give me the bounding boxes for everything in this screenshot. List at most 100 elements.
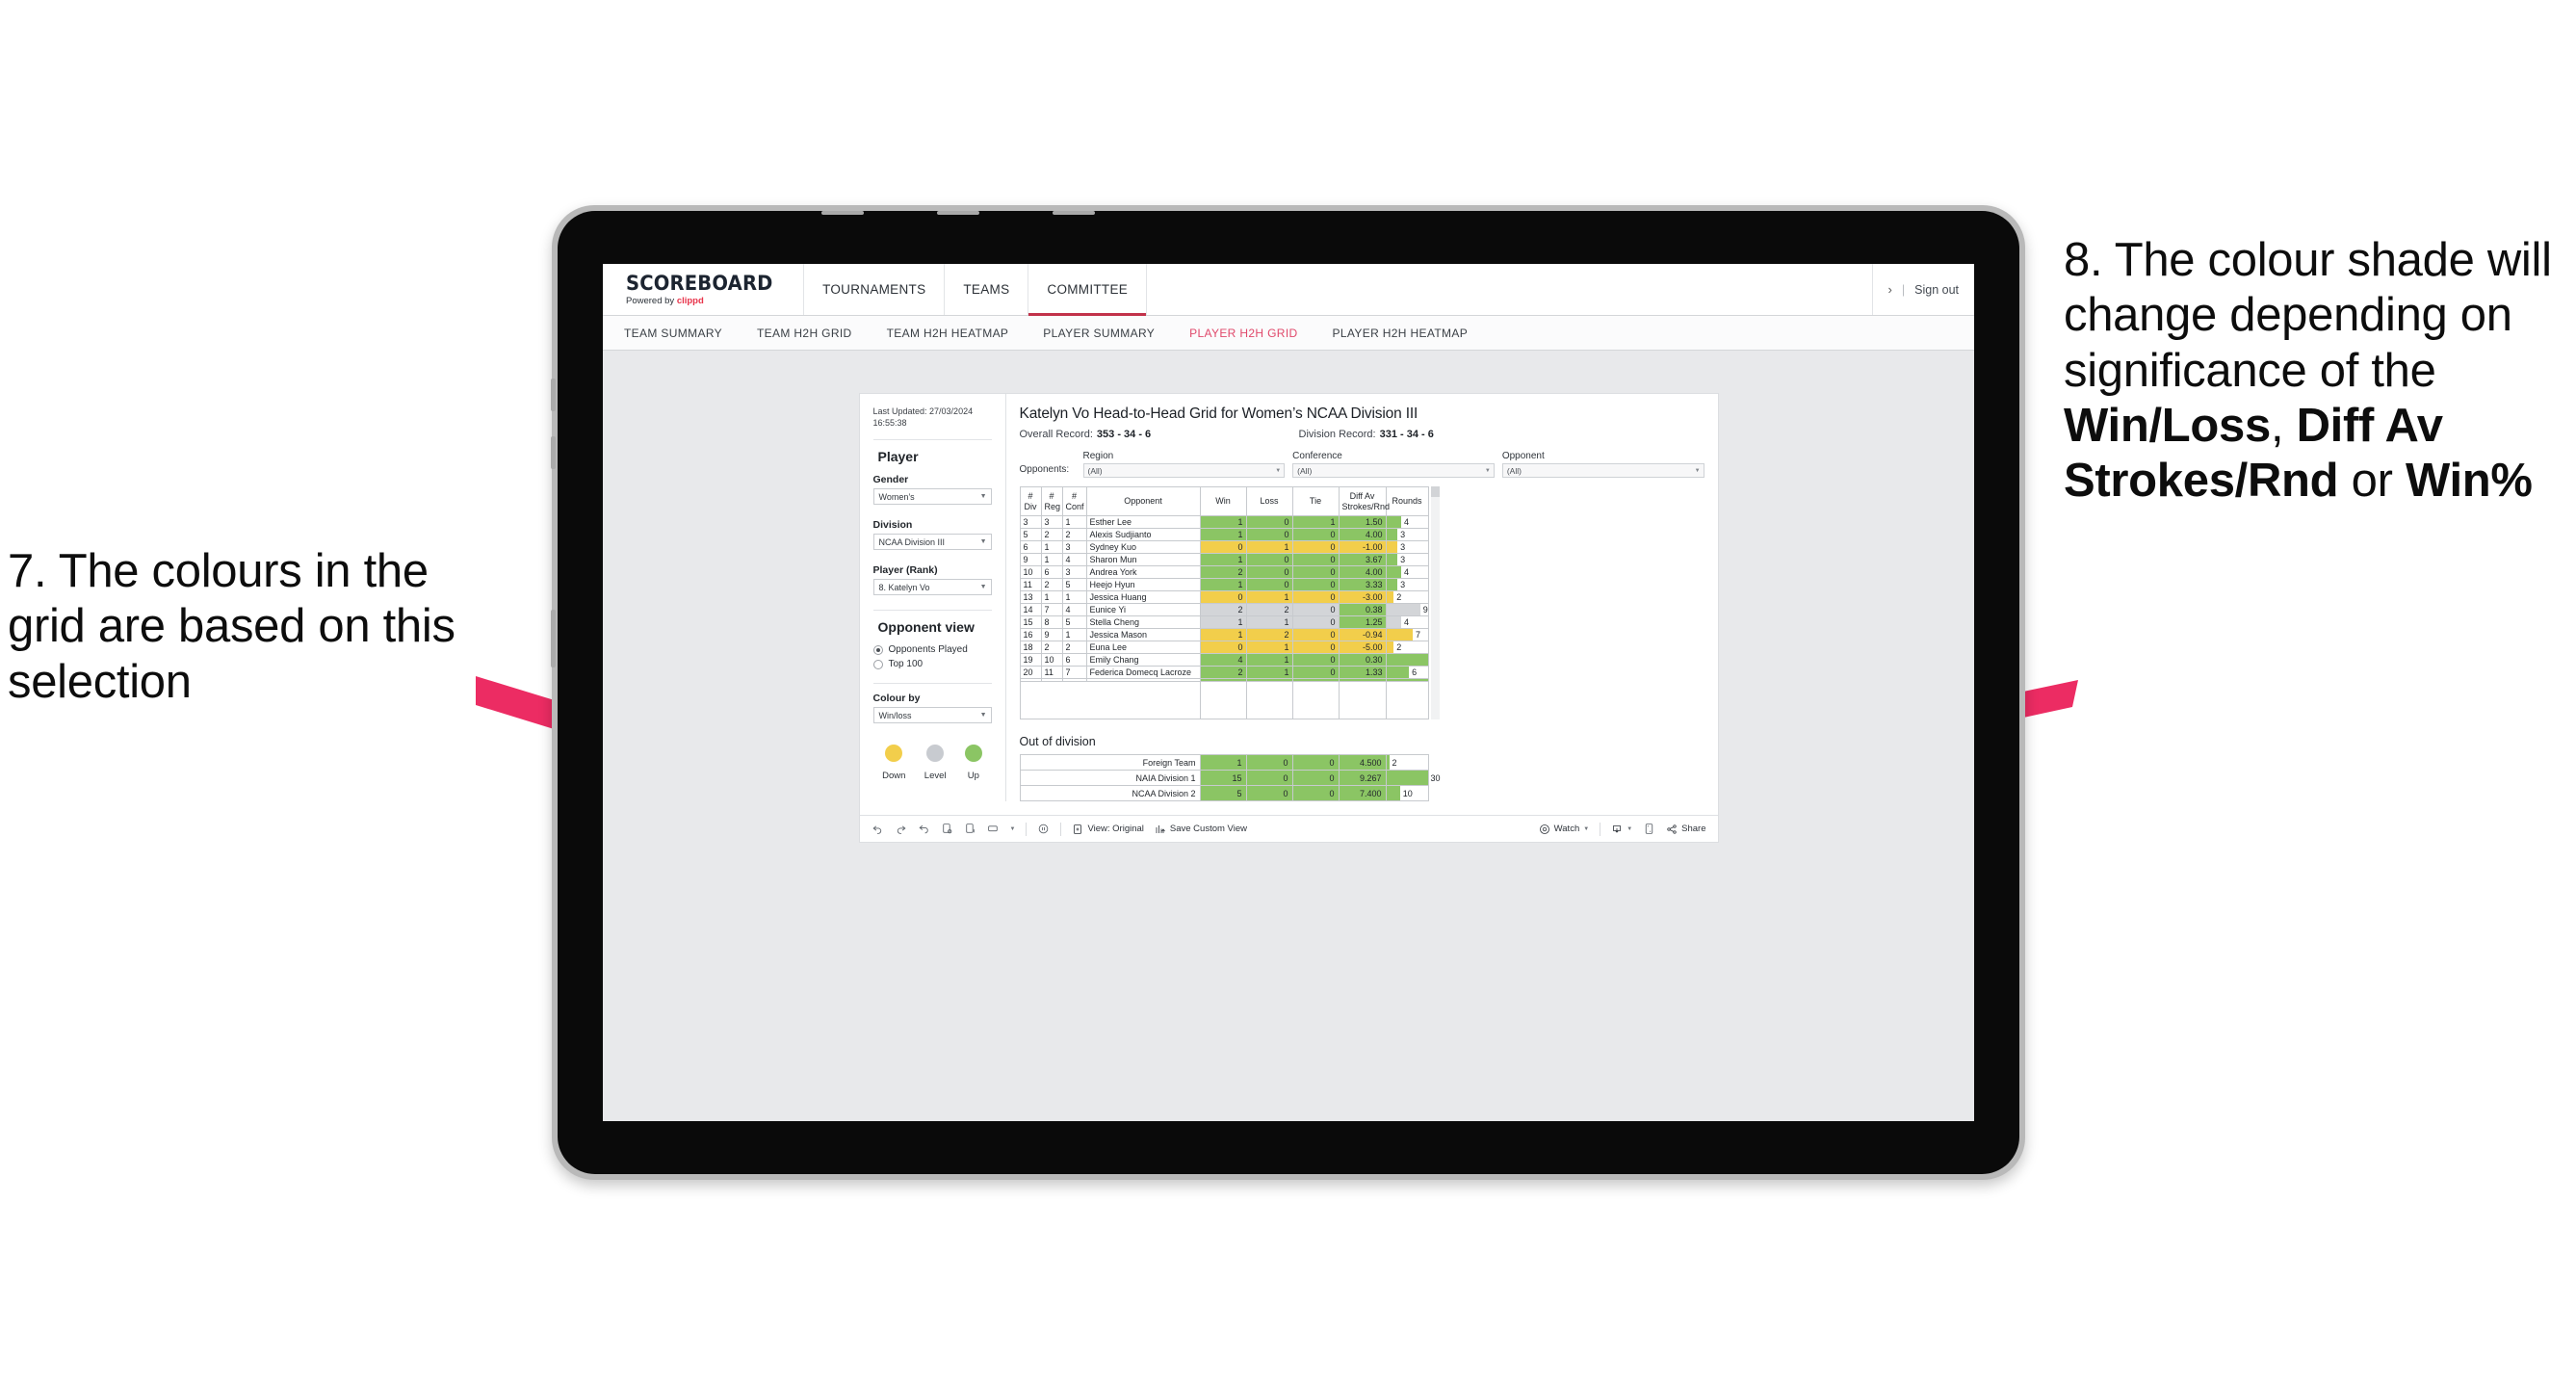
filter-conference-select[interactable]: (All) ▼ [1292, 463, 1495, 478]
filter-region-select[interactable]: (All) ▼ [1082, 463, 1286, 478]
cell-diff-av-strokes: -0.94 [1338, 628, 1387, 641]
cell-opponent: Stella Cheng [1085, 615, 1201, 629]
rounds-value: 4 [1403, 617, 1409, 627]
download-button[interactable]: ▼ [1611, 824, 1632, 835]
table-row[interactable]: 5 2 2 Alexis Sudjianto 1 0 0 4.00 3 [1019, 528, 1429, 541]
grid-header-win: Win [1199, 486, 1247, 516]
full-screen-icon[interactable] [1643, 823, 1655, 835]
table-row[interactable]: 10 6 3 Andrea York 2 0 0 4.00 4 [1019, 565, 1429, 579]
revert-icon[interactable] [918, 823, 930, 835]
division-select[interactable]: NCAA Division III ▼ [872, 534, 992, 551]
subnav-item-player-summary[interactable]: PLAYER SUMMARY [1043, 327, 1155, 340]
player-rank-select[interactable]: 8. Katelyn Vo ▼ [872, 579, 992, 596]
cell-conf-rank: 5 [1061, 578, 1087, 591]
sign-out-link[interactable]: Sign out [1914, 283, 1959, 297]
table-filler-row [1019, 693, 1429, 707]
filter-opponent-select[interactable]: (All) ▼ [1501, 463, 1704, 478]
cell-tie: 0 [1291, 578, 1340, 591]
cell-diff-av-strokes: -3.00 [1338, 590, 1387, 604]
table-row[interactable]: 15 8 5 Stella Cheng 1 1 0 1.25 4 [1019, 615, 1429, 629]
sidebar-divider [872, 683, 992, 685]
table-filler-row [1019, 706, 1429, 719]
table-row[interactable]: 6 1 3 Sydney Kuo 0 1 0 -1.00 3 [1019, 540, 1429, 554]
cell-win: 5 [1199, 785, 1247, 801]
cell-rounds: 11 [1385, 653, 1440, 667]
colour-by-select[interactable]: Win/loss ▼ [872, 707, 992, 724]
cell-reg-rank: 1 [1040, 553, 1063, 566]
volume-button[interactable] [551, 436, 556, 469]
cell-div-rank: 15 [1019, 615, 1042, 629]
division-record: Division Record: 331 - 34 - 6 [1299, 429, 1434, 440]
cell-opponent: Jessica Huang [1085, 590, 1201, 604]
undo-icon[interactable] [872, 823, 884, 835]
pause-icon[interactable] [1037, 823, 1050, 835]
table-row[interactable]: 13 1 1 Jessica Huang 0 1 0 -3.00 2 [1019, 590, 1429, 604]
view-original-button[interactable]: View: Original [1072, 824, 1144, 835]
topnav-item-committee[interactable]: COMMITTEE [1028, 264, 1148, 316]
gender-select[interactable]: Women’s ▼ [872, 488, 992, 506]
radio-top-100[interactable]: Top 100 [872, 659, 992, 669]
topnav-item-teams[interactable]: TEAMS [945, 264, 1029, 315]
table-row[interactable]: NCAA Division 2 5 0 0 7.400 10 [1019, 785, 1429, 801]
player-rank-value: 8. Katelyn Vo [878, 582, 930, 592]
cell-win: 2 [1199, 666, 1247, 679]
cell-rounds: 30 [1385, 770, 1441, 786]
table-row[interactable]: NAIA Division 1 15 0 0 9.267 30 [1019, 770, 1441, 786]
table-row[interactable]: 16 9 1 Jessica Mason 1 2 0 -0.94 7 [1019, 628, 1429, 641]
cell-tie: 0 [1291, 540, 1340, 554]
tablet-device-frame: SCOREBOARD Powered by clippd TOURNAMENTS… [551, 205, 2025, 1180]
rounds-value: 30 [1430, 772, 1441, 783]
brand-logo[interactable]: SCOREBOARD Powered by clippd [603, 264, 805, 315]
save-custom-view-button[interactable]: Save Custom View [1155, 824, 1247, 835]
volume-button[interactable] [551, 379, 556, 411]
cell-opponent: Jessica Mason [1085, 628, 1201, 641]
h2h-grid-body: 3 3 1 Esther Lee 1 0 1 1.50 4 5 2 2 Alexis Sudjianto… [1019, 515, 1440, 719]
refresh-data-icon[interactable] [941, 823, 953, 835]
subnav-item-team-h2h-grid[interactable]: TEAM H2H GRID [757, 327, 852, 340]
subnav-item-player-h2h-grid[interactable]: PLAYER H2H GRID [1189, 327, 1297, 340]
share-button[interactable]: Share [1666, 824, 1706, 835]
radio-icon [872, 644, 883, 655]
chevron-down-icon: ▼ [1626, 825, 1633, 832]
cell-empty [1291, 681, 1340, 694]
redo-icon[interactable] [895, 823, 907, 835]
cell-tie: 0 [1291, 770, 1340, 786]
legend-dot-up [964, 745, 982, 763]
cell-div-rank: 16 [1019, 628, 1042, 641]
cell-tie: 0 [1291, 565, 1340, 579]
table-row[interactable]: 3 3 1 Esther Lee 1 0 1 1.50 4 [1019, 515, 1429, 529]
grid-scrollbar[interactable] [1430, 486, 1440, 719]
subnav-item-team-summary[interactable]: TEAM SUMMARY [624, 327, 722, 340]
table-row[interactable]: 14 7 4 Eunice Yi 2 2 0 0.38 9 [1019, 603, 1429, 616]
cell-opponent: Eunice Yi [1085, 603, 1201, 616]
subnav-item-player-h2h-heatmap[interactable]: PLAYER H2H HEATMAP [1333, 327, 1469, 340]
filters-label: Opponents: [1019, 464, 1070, 475]
toolbar-divider [1060, 822, 1062, 836]
chevron-right-icon[interactable]: › [1888, 282, 1892, 297]
table-row[interactable]: 9 1 4 Sharon Mun 1 0 0 3.67 3 [1019, 553, 1429, 566]
h2h-grid-wrapper: # Div # Reg # Conf Opponent Win Loss Tie Diff Av St… [1019, 486, 1704, 719]
watch-button[interactable]: Watch ▼ [1539, 824, 1589, 835]
topnav-item-tournaments[interactable]: TOURNAMENTS [804, 264, 946, 315]
grid-scrollbar-thumb[interactable] [1430, 486, 1440, 497]
pause-auto-updates-icon[interactable] [964, 823, 976, 835]
table-row[interactable]: Foreign Team 1 0 0 4.500 2 [1019, 754, 1429, 771]
table-row[interactable]: 18 2 2 Euna Lee 0 1 0 -5.00 2 [1019, 641, 1429, 654]
cell-empty [1291, 693, 1340, 707]
rounds-value: 2 [1392, 757, 1397, 768]
rectangle-select-icon[interactable] [987, 823, 1000, 835]
rounds-bar [1386, 591, 1394, 603]
radio-opponents-played[interactable]: Opponents Played [872, 644, 992, 655]
table-row[interactable]: 20 11 7 Federica Domecq Lacroze 2 1 0 1.33 6 [1019, 666, 1429, 679]
cell-opponent: Emily Chang [1085, 653, 1201, 667]
table-row[interactable]: 11 2 5 Heejo Hyun 1 0 0 3.33 3 [1019, 578, 1429, 591]
power-button[interactable] [551, 610, 556, 667]
cell-conf-rank: 2 [1061, 641, 1087, 654]
cell-opponent: Heejo Hyun [1085, 578, 1201, 591]
table-row[interactable]: 19106Emily Chang4100.3011 [1019, 653, 1440, 667]
cell-conf-rank: 6 [1061, 653, 1087, 667]
cell-empty [1019, 706, 1201, 719]
chevron-down-icon[interactable]: ▼ [1010, 826, 1016, 832]
cell-diff-av-strokes: 1.50 [1338, 515, 1387, 529]
subnav-item-team-h2h-heatmap[interactable]: TEAM H2H HEATMAP [887, 327, 1009, 340]
